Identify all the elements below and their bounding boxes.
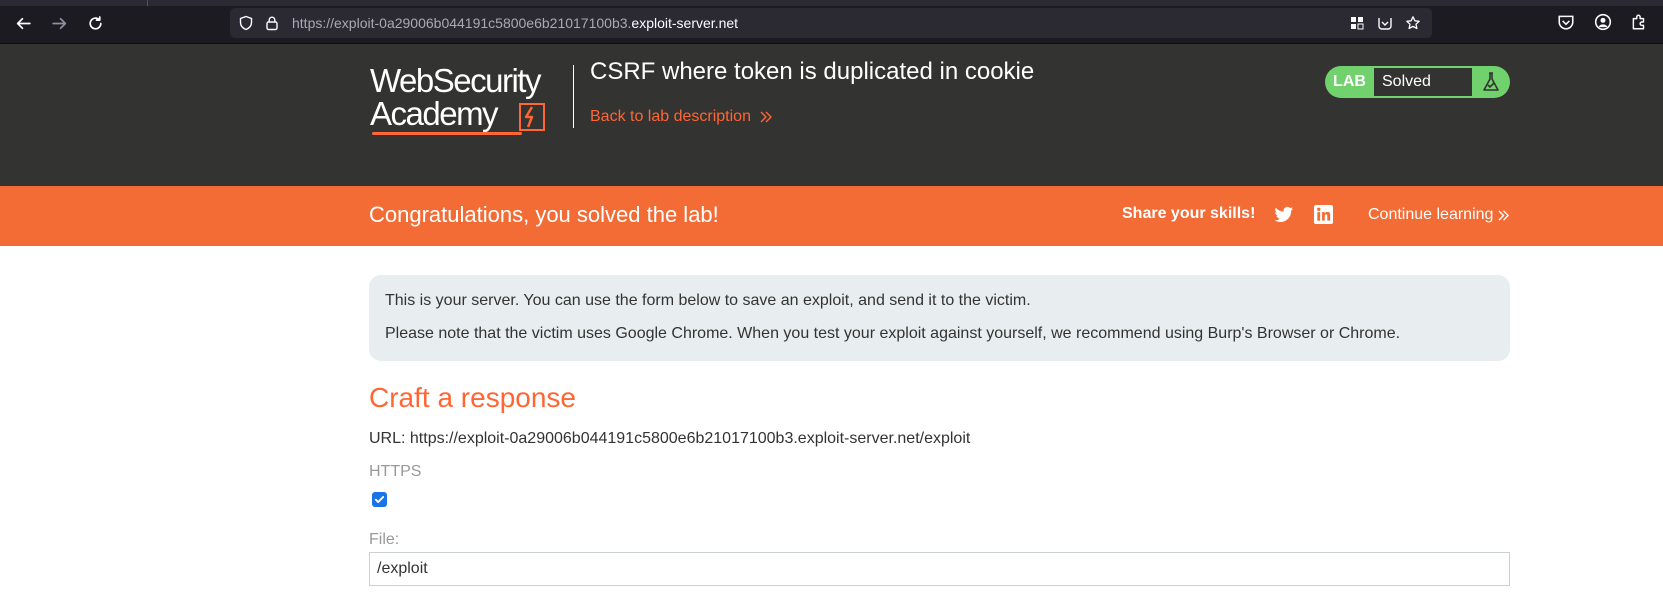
pocket-icon[interactable] <box>1557 13 1575 31</box>
continue-learning-link[interactable]: Continue learning <box>1368 206 1510 224</box>
exploit-url: URL: https://exploit-0a29006b044191c5800… <box>369 430 971 447</box>
grid-icon[interactable] <box>1349 15 1365 31</box>
double-chevron-right-icon <box>760 111 772 123</box>
logo-underline <box>372 132 522 135</box>
https-label: HTTPS <box>369 463 422 480</box>
logo-divider <box>573 65 574 128</box>
star-icon[interactable] <box>1405 15 1421 31</box>
server-notice: This is your server. You can use the for… <box>369 275 1510 361</box>
lab-status-value: Solved <box>1374 68 1472 96</box>
arrow-right-icon <box>51 17 66 29</box>
share-label: Share your skills! <box>1122 205 1256 222</box>
browser-toolbar: https://exploit-0a29006b044191c5800e6b21… <box>0 0 1663 44</box>
logo-line2: Academy <box>370 95 499 132</box>
reload-button[interactable] <box>82 10 108 36</box>
lock-icon[interactable] <box>264 15 280 31</box>
back-to-lab-description-link[interactable]: Back to lab description <box>590 108 773 126</box>
lab-header: WebSecurity Academy CSRF where token is … <box>0 44 1663 186</box>
twitter-icon[interactable] <box>1274 206 1294 224</box>
file-label: File: <box>369 531 400 548</box>
arrow-left-icon <box>16 17 31 29</box>
tab-strip <box>0 0 1663 6</box>
file-path-input[interactable] <box>369 552 1510 586</box>
https-checkbox[interactable] <box>372 492 387 507</box>
solved-banner: Congratulations, you solved the lab! Sha… <box>0 186 1663 246</box>
back-link-label: Back to lab description <box>590 108 751 125</box>
notice-line-1: This is your server. You can use the for… <box>385 292 1031 309</box>
logo-line1: WebSecurity <box>370 62 541 99</box>
lab-tag: LAB <box>1333 73 1366 90</box>
linkedin-icon[interactable] <box>1314 205 1333 224</box>
craft-response-heading: Craft a response <box>369 382 576 413</box>
address-bar[interactable]: https://exploit-0a29006b044191c5800e6b21… <box>230 8 1432 38</box>
url-text[interactable]: https://exploit-0a29006b044191c5800e6b21… <box>292 15 738 31</box>
reload-icon <box>88 15 102 30</box>
account-icon[interactable] <box>1594 13 1612 31</box>
save-to-pocket-icon[interactable] <box>1377 15 1393 31</box>
congrats-message: Congratulations, you solved the lab! <box>369 202 719 227</box>
checkmark-icon <box>374 496 385 503</box>
shield-icon[interactable] <box>238 15 254 31</box>
notice-line-2: Please note that the victim uses Google … <box>385 325 1401 342</box>
lab-title: CSRF where token is duplicated in cookie <box>590 58 1035 85</box>
tab-separator <box>147 0 148 6</box>
logo-bolt-icon <box>519 103 545 131</box>
back-button[interactable] <box>10 10 36 36</box>
url-host: exploit-server.net <box>631 15 739 31</box>
flask-icon <box>1483 72 1499 91</box>
web-security-academy-logo[interactable]: WebSecurity Academy <box>370 64 570 142</box>
lab-status-widget: LAB Solved <box>1325 66 1510 98</box>
double-chevron-right-icon <box>1498 209 1510 221</box>
continue-learning-label: Continue learning <box>1368 206 1494 223</box>
forward-button[interactable] <box>46 10 72 36</box>
extensions-icon[interactable] <box>1630 13 1648 31</box>
url-prefix: https://exploit-0a29006b044191c5800e6b21… <box>292 15 632 31</box>
